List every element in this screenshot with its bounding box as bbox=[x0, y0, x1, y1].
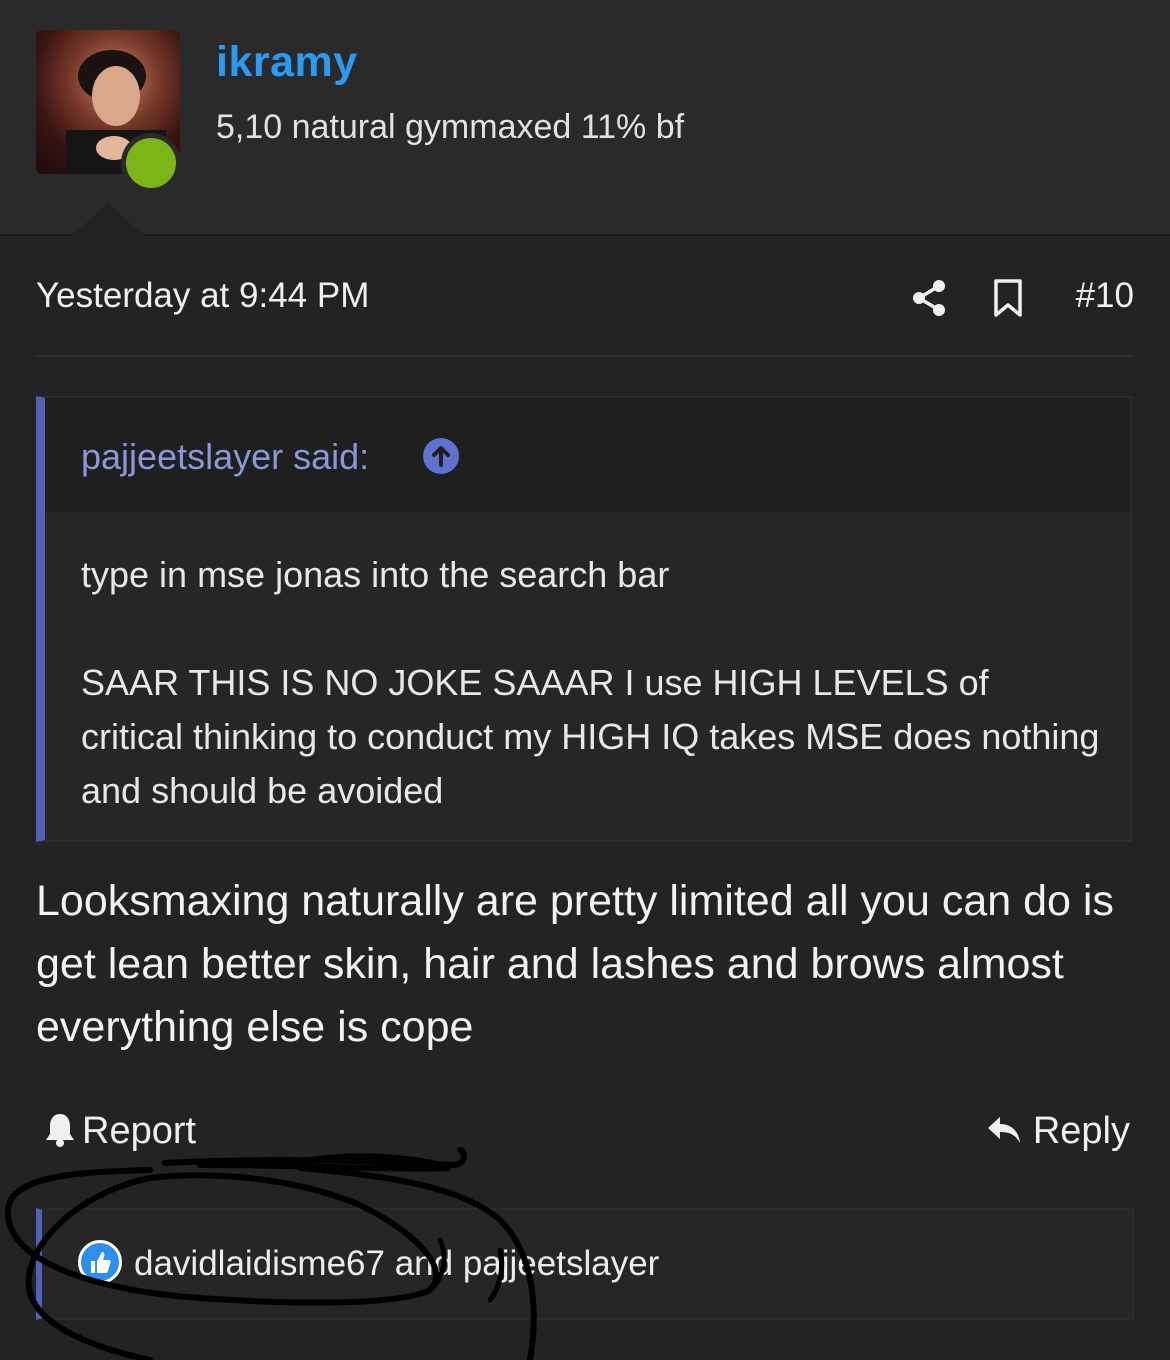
report-label: Report bbox=[82, 1110, 197, 1152]
quote-paragraph: SAAR THIS IS NO JOKE SAAAR I use HIGH LE… bbox=[81, 662, 1100, 811]
reply-button[interactable]: Reply bbox=[985, 1110, 1130, 1157]
message-pointer bbox=[72, 202, 144, 236]
post-timestamp[interactable]: Yesterday at 9:44 PM bbox=[36, 276, 369, 316]
bell-icon bbox=[44, 1111, 76, 1157]
bookmark-icon[interactable] bbox=[992, 278, 1024, 323]
username-link[interactable]: ikramy bbox=[216, 38, 358, 87]
share-icon[interactable] bbox=[909, 278, 949, 323]
post-author-header: ikramy 5,10 natural gymmaxed 11% bf bbox=[0, 0, 1170, 236]
reply-arrow-icon bbox=[985, 1113, 1023, 1157]
quote-author-link[interactable]: pajjeetslayer said: bbox=[81, 436, 369, 478]
user-title: 5,10 natural gymmaxed 11% bf bbox=[216, 108, 685, 146]
divider bbox=[36, 355, 1134, 357]
reply-label: Reply bbox=[1032, 1110, 1130, 1152]
post-number-link[interactable]: #10 bbox=[1076, 276, 1134, 316]
quote-paragraph: type in mse jonas into the search bar bbox=[81, 554, 670, 595]
post-body-text: Looksmaxing naturally are pretty limited… bbox=[36, 877, 1114, 1051]
reactions-users[interactable]: davidlaidisme67 and pajjeetslayer bbox=[134, 1244, 659, 1284]
reactions-bar[interactable]: davidlaidisme67 and pajjeetslayer bbox=[36, 1208, 1134, 1320]
arrow-up-circle-icon[interactable] bbox=[423, 438, 459, 474]
quote-block: pajjeetslayer said: type in mse jonas in… bbox=[36, 396, 1132, 842]
like-icon bbox=[78, 1240, 122, 1284]
online-status-indicator bbox=[126, 138, 176, 188]
post-meta-row: Yesterday at 9:44 PM #10 bbox=[36, 270, 1134, 330]
quote-body: type in mse jonas into the search bar SA… bbox=[81, 548, 1100, 872]
quote-header: pajjeetslayer said: bbox=[45, 398, 1130, 512]
report-button[interactable]: Report bbox=[44, 1110, 196, 1157]
